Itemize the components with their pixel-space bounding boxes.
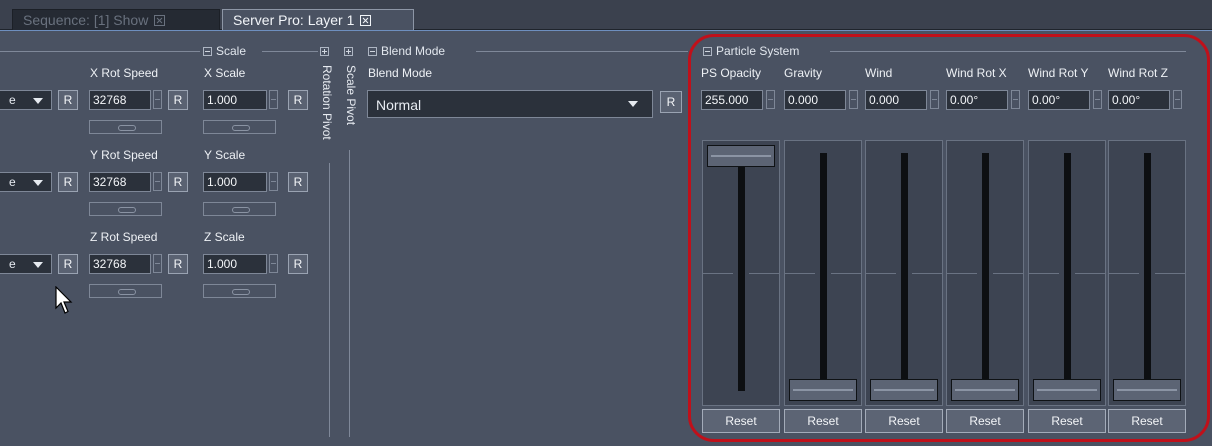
left-dropdown[interactable]: e <box>0 90 52 110</box>
chevron-down-icon <box>33 262 43 268</box>
reset-button[interactable]: R <box>168 172 188 192</box>
dropdown-value: e <box>9 93 16 107</box>
close-icon[interactable] <box>360 15 372 26</box>
z-rot-speed-input[interactable]: 32768 <box>89 254 151 274</box>
reset-button[interactable]: R <box>168 90 188 110</box>
tab-sequence-show[interactable]: Sequence: [1] Show <box>12 9 220 31</box>
reset-button[interactable]: R <box>58 254 78 274</box>
rotation-pivot-expand[interactable] <box>320 44 333 58</box>
dropdown-value: e <box>9 175 16 189</box>
y-scale-input[interactable]: 1.000 <box>203 172 267 192</box>
highlight-annotation <box>688 34 1210 442</box>
close-icon[interactable] <box>154 15 166 26</box>
scale-pivot-expand[interactable] <box>344 44 357 58</box>
group-line <box>476 51 688 52</box>
expand-icon[interactable] <box>320 47 329 56</box>
chevron-down-icon <box>33 98 43 104</box>
rotation-pivot-label: Rotation Pivot <box>320 65 334 140</box>
blend-mode-reset-button[interactable]: R <box>660 91 682 113</box>
y-rot-speed-input[interactable]: 32768 <box>89 172 151 192</box>
chevron-down-icon <box>33 180 43 186</box>
tab-label: Server Pro: Layer 1 <box>233 12 355 28</box>
spinner-control[interactable] <box>269 254 278 273</box>
dropdown-value: e <box>9 257 16 271</box>
blend-mode-group-title: Blend Mode <box>381 44 446 58</box>
group-line <box>0 51 200 52</box>
scale-row-z: Z Rot Speed Z Scale e R 32768 R 1.000 R <box>0 222 330 302</box>
reset-button[interactable]: R <box>288 254 308 274</box>
spinner-control[interactable] <box>269 90 278 109</box>
spinner-control[interactable] <box>269 172 278 191</box>
tab-server-pro-layer-1[interactable]: Server Pro: Layer 1 <box>222 9 414 31</box>
link-icon[interactable] <box>203 120 276 134</box>
reset-button[interactable]: R <box>168 254 188 274</box>
y-rot-speed-label: Y Rot Speed <box>90 148 158 162</box>
z-scale-label: Z Scale <box>204 230 245 244</box>
x-rot-speed-label: X Rot Speed <box>90 66 159 80</box>
scale-group-title: Scale <box>216 44 247 58</box>
reset-button[interactable]: R <box>288 90 308 110</box>
scale-row-y: Y Rot Speed Y Scale e R 32768 R 1.000 R <box>0 140 330 220</box>
mouse-cursor-icon <box>55 286 73 314</box>
x-scale-label: X Scale <box>204 66 246 80</box>
link-icon[interactable] <box>203 284 276 298</box>
scale-group-header[interactable]: Scale <box>203 44 246 58</box>
link-icon[interactable] <box>89 202 162 216</box>
y-scale-label: Y Scale <box>204 148 246 162</box>
z-rot-speed-label: Z Rot Speed <box>90 230 158 244</box>
tab-label: Sequence: [1] Show <box>23 12 149 28</box>
chevron-down-icon <box>628 101 638 107</box>
tab-underline <box>0 30 1212 31</box>
group-line <box>329 163 330 437</box>
link-icon[interactable] <box>89 120 162 134</box>
spinner-control[interactable] <box>153 172 162 191</box>
blend-mode-label: Blend Mode <box>368 66 433 80</box>
group-line <box>349 150 350 437</box>
collapse-icon[interactable] <box>368 47 377 56</box>
collapse-icon[interactable] <box>203 47 212 56</box>
link-icon[interactable] <box>89 284 162 298</box>
link-icon[interactable] <box>203 202 276 216</box>
blend-mode-group-header[interactable]: Blend Mode <box>368 44 445 58</box>
spinner-control[interactable] <box>153 254 162 273</box>
left-dropdown[interactable]: e <box>0 172 52 192</box>
spinner-control[interactable] <box>153 90 162 109</box>
scale-row-x: X Rot Speed X Scale e R 32768 R 1.000 R <box>0 58 330 138</box>
left-dropdown[interactable]: e <box>0 254 52 274</box>
x-rot-speed-input[interactable]: 32768 <box>89 90 151 110</box>
z-scale-input[interactable]: 1.000 <box>203 254 267 274</box>
group-line <box>262 51 318 52</box>
reset-button[interactable]: R <box>58 172 78 192</box>
blend-mode-value: Normal <box>376 97 422 113</box>
x-scale-input[interactable]: 1.000 <box>203 90 267 110</box>
scale-pivot-label: Scale Pivot <box>344 65 358 126</box>
reset-button[interactable]: R <box>58 90 78 110</box>
blend-mode-dropdown[interactable]: Normal <box>367 90 653 118</box>
expand-icon[interactable] <box>344 47 353 56</box>
reset-button[interactable]: R <box>288 172 308 192</box>
